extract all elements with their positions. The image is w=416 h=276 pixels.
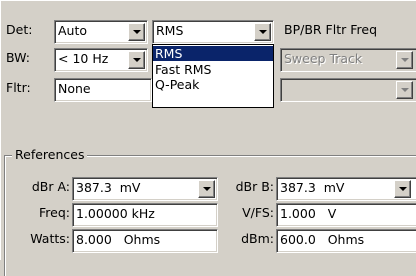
dbm-value: 600.0 Ohms bbox=[280, 232, 365, 247]
freq-label: Freq: bbox=[39, 205, 70, 220]
dbr-a-unit-arrow-icon[interactable] bbox=[198, 180, 215, 198]
vfs-field[interactable]: 1.000 V bbox=[276, 203, 416, 227]
vfs-label: V/FS: bbox=[242, 205, 274, 220]
dbr-a-field[interactable]: 387.3 mV bbox=[72, 177, 218, 201]
bp-br-freq-dropdown[interactable] bbox=[280, 78, 416, 102]
dbr-b-value: 387.3 mV bbox=[280, 180, 345, 195]
fltr-label: Fltr: bbox=[6, 80, 31, 95]
bw-dropdown-arrow-icon[interactable] bbox=[128, 51, 145, 69]
dbr-b-label: dBr B: bbox=[235, 179, 274, 194]
watts-field[interactable]: 8.000 Ohms bbox=[72, 229, 218, 253]
det-label: Det: bbox=[6, 22, 33, 37]
dbr-a-label: dBr A: bbox=[31, 179, 70, 194]
detector-value: RMS bbox=[156, 23, 184, 38]
bw-dropdown[interactable]: < 10 Hz bbox=[54, 48, 148, 72]
bw-label: BW: bbox=[6, 50, 30, 65]
detector-option-fast-rms[interactable]: Fast RMS bbox=[153, 62, 273, 77]
vfs-value: 1.000 V bbox=[280, 206, 337, 221]
fltr-value: None bbox=[58, 81, 91, 96]
detector-dropdown-arrow-icon[interactable] bbox=[254, 23, 271, 41]
watts-label: Watts: bbox=[30, 231, 70, 246]
det-dropdown-arrow-icon[interactable] bbox=[128, 23, 145, 41]
watts-value: 8.000 Ohms bbox=[76, 232, 161, 247]
detector-options-list[interactable]: RMS Fast RMS Q-Peak bbox=[152, 44, 274, 108]
bw-value: < 10 Hz bbox=[58, 51, 109, 66]
bp-br-fltr-freq-label: BP/BR Fltr Freq bbox=[284, 22, 378, 37]
window-top-edge bbox=[0, 0, 416, 1]
freq-field[interactable]: 1.00000 kHz bbox=[72, 203, 218, 227]
detector-option-q-peak[interactable]: Q-Peak bbox=[153, 77, 273, 92]
dbr-b-field[interactable]: 387.3 mV bbox=[276, 177, 416, 201]
freq-value: 1.00000 kHz bbox=[76, 206, 155, 221]
dbm-field[interactable]: 600.0 Ohms bbox=[276, 229, 416, 253]
bp-br-freq-arrow-icon bbox=[396, 81, 413, 99]
references-title: References bbox=[12, 146, 88, 164]
detector-option-rms[interactable]: RMS bbox=[153, 46, 273, 61]
sweep-track-value: Sweep Track bbox=[284, 51, 363, 66]
dbm-label: dBm: bbox=[241, 231, 274, 246]
sweep-track-arrow-icon bbox=[396, 51, 413, 69]
dbr-b-unit-arrow-icon[interactable] bbox=[394, 180, 411, 198]
det-dropdown[interactable]: Auto bbox=[54, 20, 148, 44]
sweep-track-dropdown[interactable]: Sweep Track bbox=[280, 48, 416, 72]
detector-dropdown[interactable]: RMS bbox=[152, 20, 274, 44]
dbr-a-value: 387.3 mV bbox=[76, 180, 141, 195]
det-value: Auto bbox=[58, 23, 88, 38]
fltr-dropdown[interactable]: None bbox=[54, 78, 152, 102]
window-left-edge bbox=[0, 0, 1, 260]
